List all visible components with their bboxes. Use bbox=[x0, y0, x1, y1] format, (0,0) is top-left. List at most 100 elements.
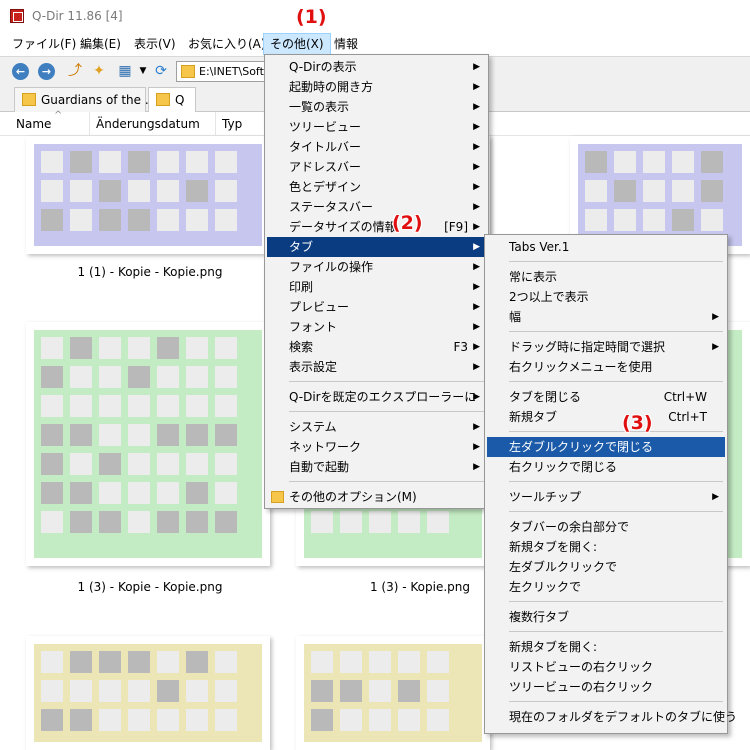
menu-item[interactable]: タブ ▶ bbox=[267, 237, 486, 257]
menu-item[interactable]: ネットワーク ▶ bbox=[267, 437, 486, 457]
menu-item[interactable]: 幅 ▶ bbox=[487, 307, 725, 327]
menu-item[interactable]: ツールチップ ▶ bbox=[487, 487, 725, 507]
menu-item[interactable]: ツリービューの右クリック bbox=[487, 677, 725, 697]
menu-item-label: Q-Dirを既定のエクスプローラーに bbox=[289, 390, 477, 404]
submenu-arrow-icon: ▶ bbox=[473, 142, 480, 152]
menu-shortcut: F3 bbox=[453, 340, 468, 354]
tab-q[interactable]: Q bbox=[148, 87, 196, 112]
menu-item[interactable]: 自動で起動 ▶ bbox=[267, 457, 486, 477]
address-bar[interactable]: E:\INET\Soft bbox=[176, 61, 276, 82]
menu-item[interactable]: システム ▶ bbox=[267, 417, 486, 437]
column-label: Änderungsdatum bbox=[96, 117, 200, 131]
menu-item[interactable]: 左ダブルクリックで bbox=[487, 557, 725, 577]
menu-item[interactable]: ステータスバー ▶ bbox=[267, 197, 486, 217]
menu-item-label: データサイズの情報 bbox=[289, 220, 397, 234]
menu-item[interactable]: 新規タブ Ctrl+T bbox=[487, 407, 725, 427]
menu-item-label: タブバーの余白部分で bbox=[509, 520, 630, 534]
column-label: Typ bbox=[222, 117, 243, 131]
menu-item-label: その他のオプション(M) bbox=[289, 490, 417, 504]
refresh-icon[interactable]: ⟳ bbox=[152, 62, 170, 80]
menu-item[interactable]: Q-Dirの表示 ▶ bbox=[267, 57, 486, 77]
submenu-arrow-icon: ▶ bbox=[473, 462, 480, 472]
menu-file[interactable]: ファイル(F) bbox=[6, 33, 82, 55]
menu-item[interactable]: Q-Dirを既定のエクスプローラーに ▶ bbox=[267, 387, 486, 407]
menu-separator bbox=[509, 331, 723, 332]
menu-item[interactable]: 左ダブルクリックで閉じる bbox=[487, 437, 725, 457]
file-thumbnail[interactable] bbox=[26, 636, 270, 750]
menu-item[interactable]: 新規タブを開く: bbox=[487, 637, 725, 657]
menu-item-label: タブ bbox=[289, 240, 314, 254]
menu-item[interactable]: 右クリックで閉じる bbox=[487, 457, 725, 477]
menu-item[interactable]: 左クリックで bbox=[487, 577, 725, 597]
menu-item[interactable]: アドレスバー ▶ bbox=[267, 157, 486, 177]
menu-item-label: Q-Dirの表示 bbox=[289, 60, 357, 74]
submenu-arrow-icon: ▶ bbox=[712, 342, 719, 352]
menu-item[interactable]: 色とデザイン ▶ bbox=[267, 177, 486, 197]
menu-item[interactable]: ファイルの操作 ▶ bbox=[267, 257, 486, 277]
menu-item[interactable]: フォント ▶ bbox=[267, 317, 486, 337]
image-preview bbox=[34, 644, 262, 742]
menu-bar: ファイル(F) 編集(E) 表示(V) お気に入り(A) その他(X) 情報 bbox=[0, 33, 750, 55]
column-date[interactable]: Änderungsdatum bbox=[90, 112, 216, 136]
window-title: Q-Dir 11.86 [4] bbox=[32, 9, 123, 23]
menu-item[interactable]: ドラッグ時に指定時間で選択 ▶ bbox=[487, 337, 725, 357]
menu-item[interactable]: 起動時の開き方 ▶ bbox=[267, 77, 486, 97]
menu-item[interactable]: プレビュー ▶ bbox=[267, 297, 486, 317]
view-grid-icon[interactable]: ▦ bbox=[116, 62, 134, 80]
folder-icon bbox=[156, 93, 170, 106]
menu-item[interactable]: 一覧の表示 ▶ bbox=[267, 97, 486, 117]
tab-guardians[interactable]: Guardians of the ... bbox=[14, 87, 156, 112]
menu-item[interactable]: リストビューの右クリック bbox=[487, 657, 725, 677]
column-name[interactable]: ^ Name bbox=[10, 110, 90, 136]
tab-label: Q bbox=[175, 93, 185, 107]
file-caption[interactable]: 1 (3) - Kopie - Kopie.png bbox=[30, 580, 270, 594]
menu-item[interactable]: 常に表示 bbox=[487, 267, 725, 287]
menu-item[interactable]: 複数行タブ bbox=[487, 607, 725, 627]
back-icon[interactable]: ← bbox=[12, 63, 29, 80]
annotation-2: (2) bbox=[392, 212, 423, 234]
up-folder-icon[interactable]: ⤴ bbox=[66, 62, 84, 80]
file-caption[interactable]: 1 (1) - Kopie - Kopie.png bbox=[30, 265, 270, 279]
menu-item-label: 起動時の開き方 bbox=[289, 80, 374, 94]
image-preview bbox=[304, 644, 482, 742]
menu-item-label: ファイルの操作 bbox=[289, 260, 374, 274]
menu-item[interactable]: 右クリックメニューを使用 bbox=[487, 357, 725, 377]
menu-item[interactable]: 現在のフォルダをデフォルトのタブに使う bbox=[487, 707, 737, 727]
menu-edit[interactable]: 編集(E) bbox=[74, 33, 127, 55]
forward-icon[interactable]: → bbox=[38, 63, 55, 80]
submenu-arrow-icon: ▶ bbox=[473, 392, 480, 402]
menu-item-label: 右クリックで閉じる bbox=[509, 460, 618, 474]
menu-item[interactable]: ツリービュー ▶ bbox=[267, 117, 486, 137]
menu-item[interactable]: 表示設定 ▶ bbox=[267, 357, 486, 377]
submenu-arrow-icon: ▶ bbox=[473, 162, 480, 172]
menu-separator bbox=[509, 381, 723, 382]
new-folder-icon[interactable]: ✦ bbox=[90, 62, 108, 80]
menu-item[interactable]: 検索 F3 ▶ bbox=[267, 337, 486, 357]
menu-favorites[interactable]: お気に入り(A) bbox=[182, 33, 272, 55]
menu-view[interactable]: 表示(V) bbox=[128, 33, 182, 55]
menu-item-label: 表示設定 bbox=[289, 360, 338, 374]
menu-item-label: 幅 bbox=[509, 310, 522, 324]
menu-item[interactable]: タブを閉じる Ctrl+W bbox=[487, 387, 725, 407]
menu-info[interactable]: 情報 bbox=[328, 33, 364, 55]
submenu-arrow-icon: ▶ bbox=[473, 222, 480, 232]
menu-item[interactable]: タブバーの余白部分で bbox=[487, 517, 725, 537]
menu-item[interactable]: 2つ以上で表示 bbox=[487, 287, 725, 307]
menu-item-label: プレビュー bbox=[289, 300, 350, 314]
image-preview bbox=[34, 144, 262, 246]
menu-item[interactable]: Tabs Ver.1 bbox=[487, 237, 725, 257]
menu-item[interactable]: その他のオプション(M) bbox=[267, 487, 486, 507]
menu-item[interactable]: 新規タブを開く: bbox=[487, 537, 725, 557]
column-label: Name bbox=[16, 117, 52, 131]
menu-item-label: 2つ以上で表示 bbox=[509, 290, 589, 304]
menu-item-label: フォント bbox=[289, 320, 338, 334]
menu-other[interactable]: その他(X) bbox=[263, 33, 331, 55]
file-thumbnail[interactable] bbox=[26, 322, 270, 566]
file-thumbnail[interactable] bbox=[26, 136, 270, 254]
view-dropdown-icon[interactable]: ▼ bbox=[134, 62, 152, 80]
menu-item[interactable]: データサイズの情報 [F9] ▶ bbox=[267, 217, 486, 237]
submenu-arrow-icon: ▶ bbox=[712, 312, 719, 322]
menu-item[interactable]: タイトルバー ▶ bbox=[267, 137, 486, 157]
file-thumbnail[interactable] bbox=[296, 636, 490, 750]
menu-item[interactable]: 印刷 ▶ bbox=[267, 277, 486, 297]
